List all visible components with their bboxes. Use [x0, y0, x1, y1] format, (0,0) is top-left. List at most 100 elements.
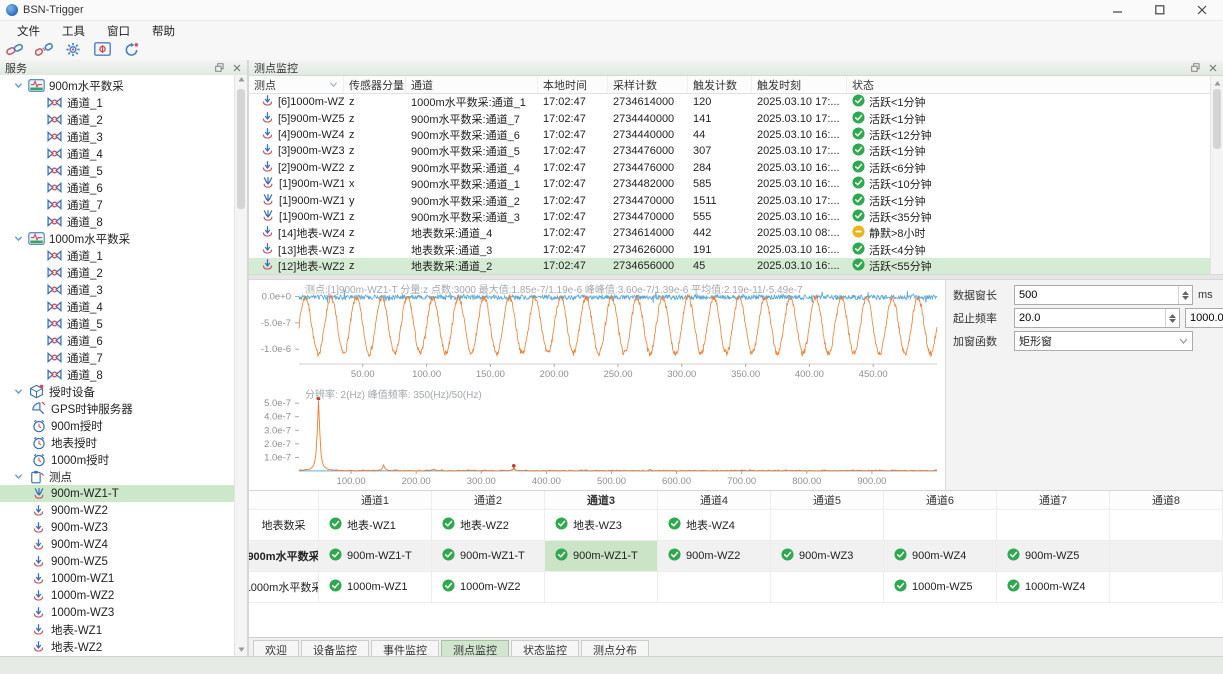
table-row[interactable]: [13]地表-WZ3z地表数采:通道_317:02:47273462600019… [249, 242, 1211, 258]
tree-item[interactable]: 通道_1 [0, 247, 235, 264]
menu-item[interactable]: 文件 [6, 23, 51, 39]
matrix-cell[interactable]: 地表-WZ2 [432, 510, 545, 541]
tree-item[interactable]: 900m-WZ1-T [0, 485, 235, 502]
scroll-down-icon[interactable] [235, 646, 247, 656]
column-header[interactable]: 状态 [847, 76, 1211, 93]
console-button[interactable] [92, 42, 112, 60]
menu-item[interactable]: 窗口 [96, 23, 141, 39]
matrix-cell[interactable]: 1000m-WZ1 [319, 572, 432, 603]
matrix-cell[interactable] [997, 510, 1110, 541]
matrix-cell[interactable]: 地表-WZ3 [545, 510, 658, 541]
tree-item[interactable]: 通道_5 [0, 315, 235, 332]
spinner-buttons[interactable] [1165, 309, 1179, 327]
tree-item[interactable]: 通道_7 [0, 349, 235, 366]
panel-close-button[interactable] [231, 62, 242, 73]
tree-item[interactable]: 1000m-WZ1 [0, 570, 235, 587]
table-row[interactable]: [1]900m-WZ1-Tx900m水平数采:通道_117:02:4727344… [249, 176, 1211, 192]
minimize-button[interactable] [1097, 0, 1139, 20]
matrix-cell[interactable]: 1000m-WZ5 [884, 572, 997, 603]
panel-close-button[interactable] [1207, 62, 1218, 73]
tree-item[interactable]: 通道_7 [0, 196, 235, 213]
maximize-button[interactable] [1139, 0, 1181, 20]
table-scrollbar[interactable] [1210, 76, 1223, 274]
matrix-cell[interactable] [771, 510, 884, 541]
tree-item[interactable]: 地表-WZ1 [0, 621, 235, 638]
freq-end-value[interactable] [1186, 312, 1223, 324]
tree-item[interactable]: 地表授时 [0, 434, 235, 451]
table-row[interactable]: [1]900m-WZ1-Tz900m水平数采:通道_317:02:4727344… [249, 209, 1211, 225]
sidebar-scrollbar[interactable] [234, 75, 247, 657]
scroll-thumb[interactable] [1213, 89, 1221, 149]
matrix-cell[interactable]: 900m-WZ4 [884, 541, 997, 572]
tree-item[interactable]: 900m授时 [0, 417, 235, 434]
scroll-thumb[interactable] [237, 89, 245, 209]
tree-item[interactable]: 900m-WZ2 [0, 502, 235, 519]
tree-item[interactable]: 通道_1 [0, 94, 235, 111]
matrix-cell[interactable] [1110, 510, 1223, 541]
column-header[interactable]: 本地时间 [538, 76, 608, 93]
tree-item[interactable]: 授时设备 [0, 383, 235, 400]
settings-button[interactable] [63, 42, 83, 60]
panel-float-button[interactable] [214, 62, 225, 73]
matrix-cell[interactable]: 900m-WZ1-T [319, 541, 432, 572]
matrix-cell[interactable]: 地表-WZ1 [319, 510, 432, 541]
matrix-cell[interactable]: 900m-WZ1-T [545, 541, 658, 572]
column-header[interactable]: 传感器分量 [344, 76, 406, 93]
table-row[interactable]: [5]900m-WZ5z900m水平数采:通道_717:02:472734440… [249, 110, 1211, 126]
tree-item[interactable]: GPS时钟服务器 [0, 400, 235, 417]
tree-item[interactable]: 通道_8 [0, 366, 235, 383]
table-row[interactable]: [3]900m-WZ3z900m水平数采:通道_517:02:472734476… [249, 143, 1211, 159]
scroll-up-icon[interactable] [235, 76, 247, 86]
table-row[interactable]: [1]900m-WZ1-Ty900m水平数采:通道_217:02:4727344… [249, 192, 1211, 208]
spectrum-chart[interactable]: 分辨率: 2(Hz) 峰值频率: 350(Hz)/50(Hz) 5.0e-74.… [249, 385, 945, 496]
window-length-value[interactable] [1015, 289, 1178, 301]
chevron-down-icon[interactable] [14, 234, 24, 243]
table-row[interactable]: [2]900m-WZ2z900m水平数采:通道_417:02:472734476… [249, 160, 1211, 176]
tree-item[interactable]: 通道_6 [0, 332, 235, 349]
table-row[interactable]: [12]地表-WZ2z地表数采:通道_217:02:47273465600045… [249, 258, 1211, 274]
column-header[interactable]: 通道 [406, 76, 538, 93]
close-button[interactable] [1181, 0, 1223, 20]
window-length-input[interactable] [1014, 285, 1193, 305]
freq-start-value[interactable] [1015, 312, 1165, 324]
matrix-cell[interactable] [1110, 541, 1223, 572]
tree-item[interactable]: 通道_3 [0, 281, 235, 298]
tree-item[interactable]: 通道_5 [0, 162, 235, 179]
tree-item[interactable]: 通道_4 [0, 145, 235, 162]
refresh-button[interactable] [121, 42, 141, 60]
column-header[interactable]: 测点 [249, 76, 344, 93]
matrix-cell[interactable] [658, 572, 771, 603]
matrix-cell[interactable]: 1000m-WZ2 [432, 572, 545, 603]
tree-item[interactable]: 900m水平数采 [0, 77, 235, 94]
tree-item[interactable]: 1000m水平数采 [0, 230, 235, 247]
tree-item[interactable]: 通道_2 [0, 111, 235, 128]
window-fn-select[interactable]: 矩形窗 [1014, 331, 1193, 351]
matrix-cell[interactable] [884, 510, 997, 541]
tree-item[interactable]: 通道_8 [0, 213, 235, 230]
sort-icon[interactable] [329, 79, 338, 91]
menu-item[interactable]: 帮助 [141, 23, 186, 39]
matrix-cell[interactable]: 900m-WZ1-T [432, 541, 545, 572]
panel-float-button[interactable] [1190, 62, 1201, 73]
tree-item[interactable]: 通道_6 [0, 179, 235, 196]
matrix-cell[interactable]: 900m-WZ2 [658, 541, 771, 572]
tree-item[interactable]: 1000m授时 [0, 451, 235, 468]
tree-item[interactable]: 通道_2 [0, 264, 235, 281]
tree-item[interactable]: 通道_3 [0, 128, 235, 145]
matrix-cell[interactable]: 900m-WZ3 [771, 541, 884, 572]
matrix-cell[interactable] [1110, 572, 1223, 603]
matrix-col-header[interactable]: 通道8 [1110, 491, 1223, 510]
table-row[interactable]: [14]地表-WZ4z地表数采:通道_417:02:47273461400044… [249, 225, 1211, 241]
tree-item[interactable]: 900m-WZ5 [0, 553, 235, 570]
chevron-down-icon[interactable] [14, 81, 24, 90]
freq-start-input[interactable] [1014, 308, 1180, 328]
spinner-buttons[interactable] [1178, 286, 1192, 304]
time-chart[interactable]: 测点:[1]900m-WZ1-T 分量:z 点数:3000 最大值:1.85e-… [249, 280, 945, 385]
table-row[interactable]: [6]1000m-WZ1z1000m水平数采:通道_117:02:4727346… [249, 94, 1211, 110]
matrix-cell[interactable] [771, 572, 884, 603]
tree-item[interactable]: 测点 [0, 468, 235, 485]
matrix-cell[interactable]: 地表-WZ4 [658, 510, 771, 541]
tree-item[interactable]: 1000m-WZ3 [0, 604, 235, 621]
chevron-down-icon[interactable] [14, 387, 24, 396]
column-header[interactable]: 采样计数 [608, 76, 688, 93]
